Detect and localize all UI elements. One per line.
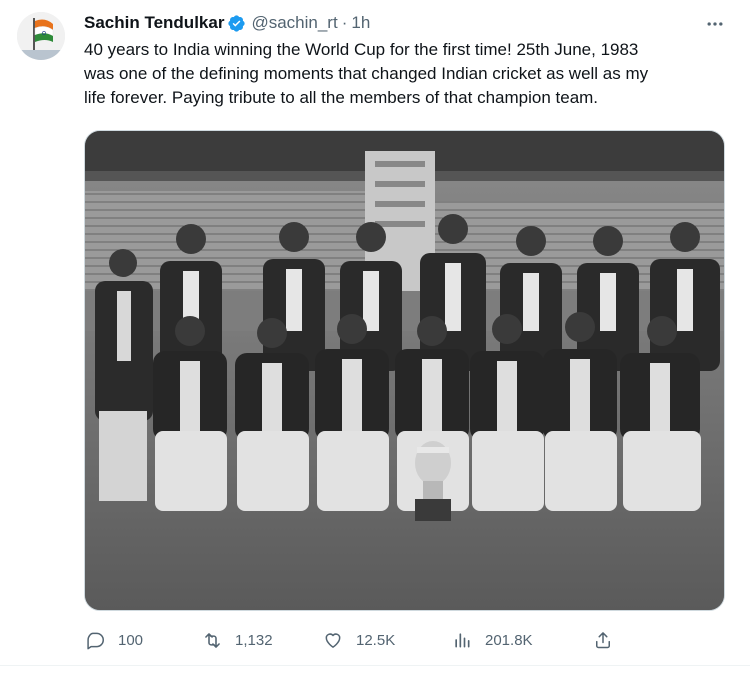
timestamp[interactable]: 1h <box>351 13 370 33</box>
heart-icon <box>322 629 344 651</box>
share-button[interactable] <box>592 626 614 654</box>
reply-button[interactable]: 100 <box>84 626 143 654</box>
more-options-button[interactable] <box>700 12 730 36</box>
display-name[interactable]: Sachin Tendulkar <box>84 13 224 33</box>
tweet[interactable]: Sachin Tendulkar @sachin_rt · 1h 40 year… <box>0 0 750 677</box>
retweet-button[interactable]: 1,132 <box>201 626 273 654</box>
views-count: 201.8K <box>485 631 533 649</box>
tweet-photo[interactable] <box>84 130 725 611</box>
verified-badge-icon <box>227 14 246 33</box>
tweet-text: 40 years to India winning the World Cup … <box>84 40 649 107</box>
views-button[interactable]: 201.8K <box>451 626 533 654</box>
team-photo-image <box>85 131 724 610</box>
retweet-count: 1,132 <box>235 631 273 649</box>
tweet-divider <box>0 665 750 677</box>
more-icon <box>707 22 723 26</box>
views-icon <box>451 629 473 651</box>
like-count: 12.5K <box>356 631 396 649</box>
reply-count: 100 <box>118 631 144 649</box>
like-button[interactable]: 12.5K <box>322 626 395 654</box>
indian-flag-avatar-icon <box>17 12 65 60</box>
handle[interactable]: @sachin_rt <box>251 13 337 33</box>
reply-icon <box>84 629 106 651</box>
tweet-header: Sachin Tendulkar @sachin_rt · 1h <box>84 12 370 34</box>
tweet-actions: 100 1,132 12.5K 201.8K <box>84 626 724 654</box>
separator-dot: · <box>341 13 348 32</box>
share-icon <box>592 629 614 651</box>
avatar[interactable] <box>17 12 65 60</box>
retweet-icon <box>201 629 223 651</box>
